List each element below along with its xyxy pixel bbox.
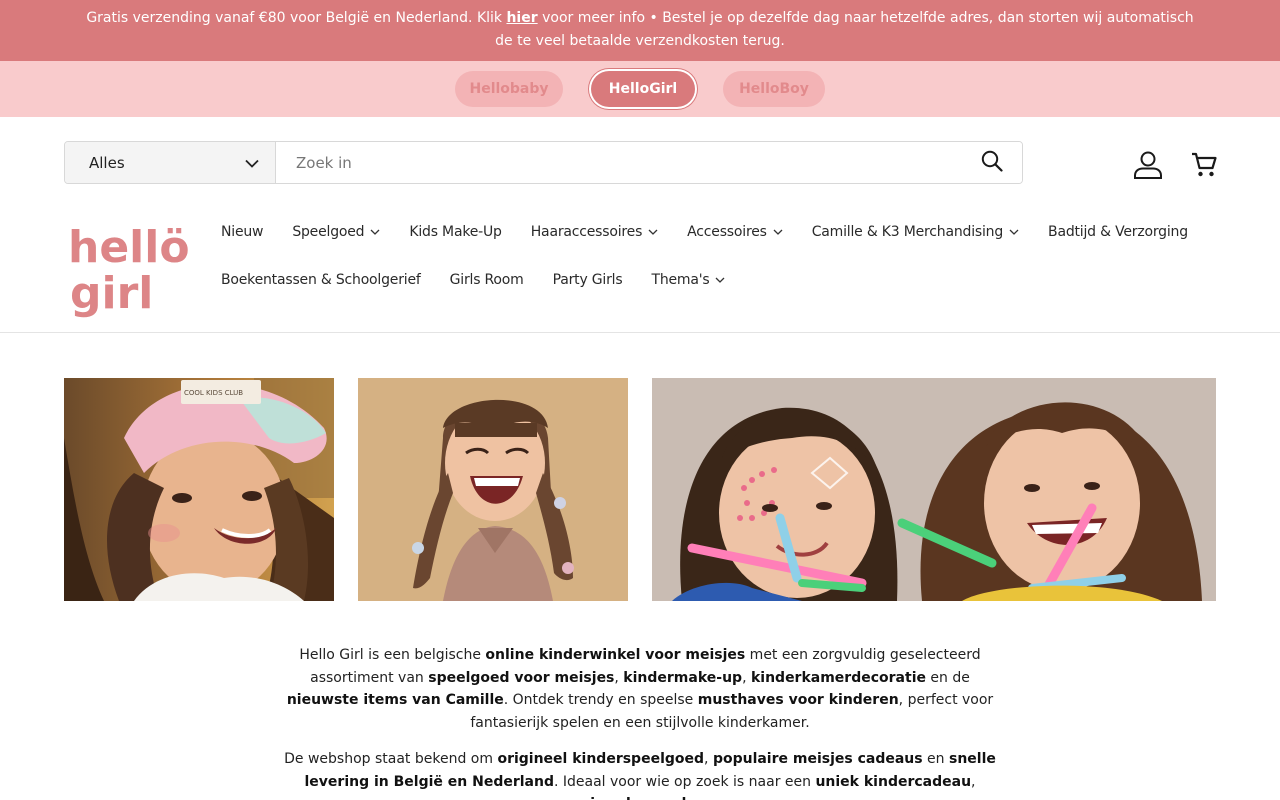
search-bar: Alles [64, 141, 1023, 184]
nav-item-speelgoed[interactable]: Speelgoed [292, 224, 380, 240]
chevron-down-icon [773, 229, 783, 235]
nav-item-girls-room[interactable]: Girls Room [450, 272, 524, 288]
chevron-down-icon [648, 229, 658, 235]
announcement-text-end: voor meer info • Bestel je op dezelfde d… [495, 10, 1194, 49]
header-divider [0, 332, 1280, 333]
nav-label: Nieuw [221, 224, 264, 240]
search-category-value: Alles [89, 153, 125, 172]
nav-item-accessoires[interactable]: Accessoires [687, 224, 783, 240]
intro-keyword: musthaves voor kinderen [697, 692, 899, 708]
nav-row-2: Boekentassen & Schoolgerief Girls Room P… [221, 263, 1221, 297]
store-pill-hellogirl[interactable]: HelloGirl [591, 71, 695, 107]
chevron-down-icon [716, 277, 725, 283]
intro-text-segment: , [742, 669, 751, 686]
nav-label: Boekentassen & Schoolgerief [221, 272, 421, 288]
intro-keyword: kindermake-up [623, 669, 743, 686]
intro-text-segment: . Ontdek trendy en speelse [503, 692, 698, 708]
intro-text-segment: en [922, 751, 949, 767]
chevron-down-icon [245, 154, 259, 172]
intro-keyword: populaire meisjes cadeaus [712, 751, 923, 767]
nav-item-themas[interactable]: Thema's [651, 272, 725, 288]
search-button[interactable] [962, 142, 1022, 183]
chevron-down-icon [1009, 229, 1019, 235]
intro-text-segment: . Ideaal voor wie op zoek is naar een [553, 773, 816, 790]
nav-row-1: Nieuw Speelgoed Kids Make-Up Haaraccesso… [221, 215, 1221, 249]
chevron-down-icon [370, 229, 380, 235]
nav-item-haaraccessoires[interactable]: Haaraccessoires [531, 224, 658, 240]
intro-keyword: uniek kindercadeau [815, 773, 972, 790]
nav-label: Camille & K3 Merchandising [811, 224, 1004, 240]
nav-label: Badtijd & Verzorging [1048, 224, 1188, 240]
intro-text-segment: , [704, 751, 713, 767]
main-navigation: Nieuw Speelgoed Kids Make-Up Haaraccesso… [221, 215, 1221, 311]
search-category-select[interactable]: Alles [65, 142, 276, 183]
account-button[interactable] [1132, 150, 1164, 184]
store-switcher: Hellobaby HelloGirl HelloBoy [0, 61, 1280, 117]
nav-label: Party Girls [552, 272, 623, 288]
hero-image-braids-girl[interactable] [358, 378, 628, 601]
intro-keyword: online kinderwinkel voor meisjes [485, 647, 746, 663]
nav-item-party-girls[interactable]: Party Girls [553, 272, 623, 288]
nav-label: Speelgoed [292, 224, 365, 240]
intro-text-segment: , [614, 669, 624, 686]
nav-label: Accessoires [687, 224, 767, 240]
store-pill-helloboy[interactable]: HelloBoy [723, 71, 825, 107]
nav-item-camille-k3[interactable]: Camille & K3 Merchandising [812, 224, 1019, 240]
intro-paragraph-1: Hello Girl is een belgische online kinde… [278, 644, 1002, 734]
search-icon [981, 150, 1003, 176]
intro-paragraph-2: De webshop staat bekend om origineel kin… [278, 748, 1002, 800]
intro-keyword: origineel kinderspeelgoed [497, 751, 705, 767]
nav-label: Haaraccessoires [530, 224, 643, 240]
intro-keyword: kinderkamerdecoratie [750, 669, 926, 686]
intro-text-segment: en de [925, 669, 970, 686]
user-icon [1133, 150, 1163, 184]
cart-icon [1190, 151, 1218, 183]
intro-keyword: speelgoed voor meisjes [428, 669, 615, 686]
intro-keyword: verjaardagscadeau [565, 796, 716, 800]
intro-text-segment: De webshop staat bekend om [284, 751, 498, 767]
intro-keyword: nieuwste items van Camille [286, 692, 504, 708]
logo-line1: hellö [68, 222, 190, 273]
nav-item-kids-make-up[interactable]: Kids Make-Up [409, 224, 502, 240]
intro-text: Hello Girl is een belgische online kinde… [278, 644, 1002, 800]
hero-image-cap-girl[interactable]: COOL KIDS CLUB [64, 378, 334, 601]
logo-line2: girl [70, 268, 153, 319]
intro-text-segment: , [971, 773, 976, 790]
cart-button[interactable] [1188, 151, 1220, 183]
announcement-bar: Gratis verzending vanaf €80 voor België … [0, 0, 1280, 61]
announcement-info-link[interactable]: hier [506, 10, 537, 26]
nav-item-badtijd[interactable]: Badtijd & Verzorging [1048, 224, 1188, 240]
cap-patch-text: COOL KIDS CLUB [184, 389, 243, 397]
search-input[interactable] [276, 142, 962, 183]
nav-item-boekentassen[interactable]: Boekentassen & Schoolgerief [221, 272, 421, 288]
nav-label: Girls Room [449, 272, 524, 288]
hero-image-make-up-girls[interactable] [652, 378, 1216, 601]
intro-text-segment: Hello Girl is een belgische [299, 647, 486, 663]
hello-girl-logo[interactable]: hellö girl [66, 220, 190, 324]
nav-item-nieuw[interactable]: Nieuw [221, 224, 264, 240]
nav-label: Thema's [651, 272, 710, 288]
store-pill-hellobaby[interactable]: Hellobaby [455, 71, 563, 107]
announcement-text-start: Gratis verzending vanaf €80 voor België … [86, 10, 507, 26]
nav-label: Kids Make-Up [409, 224, 502, 240]
